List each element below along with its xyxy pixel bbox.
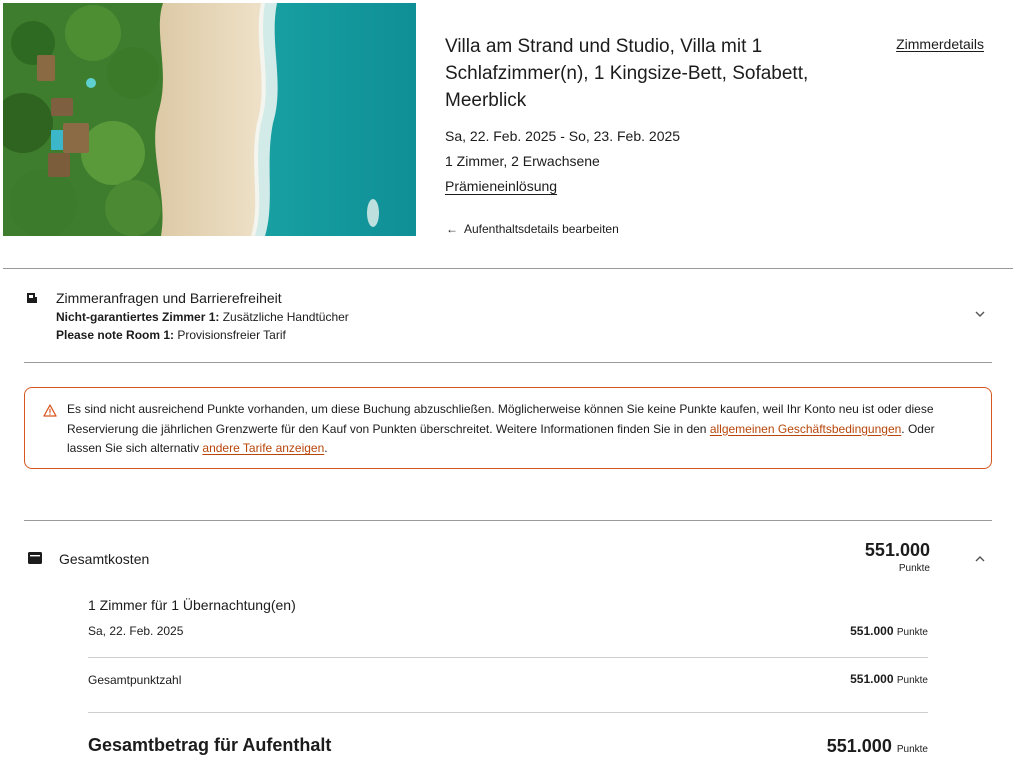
request-line-2-value: Provisionsfreier Tarif <box>174 328 286 342</box>
total-points-unit: Punkte <box>896 675 928 686</box>
request-line-2-label: Please note Room 1: <box>56 328 175 342</box>
total-points-label: Gesamtpunktzahl <box>88 673 182 687</box>
request-line-1: Nicht-garantiertes Zimmer 1: Zusätzliche… <box>56 310 349 324</box>
grand-total-label: Gesamtbetrag für Aufenthalt <box>88 735 332 755</box>
cost-divider <box>88 712 928 713</box>
total-points-number: 551.000 <box>850 672 894 686</box>
total-cost-amount: 551.000 <box>864 540 930 560</box>
wallet-icon <box>28 552 42 564</box>
night-price-value: 551.000 <box>850 624 894 638</box>
cost-divider <box>88 657 928 658</box>
edit-stay-label: Aufenthaltsdetails bearbeiten <box>464 222 619 236</box>
other-rates-link[interactable]: andere Tarife anzeigen <box>202 441 324 455</box>
terms-link[interactable]: allgemeinen Geschäftsbedingungen <box>710 422 901 436</box>
arrow-left-icon: ← <box>446 222 458 236</box>
chevron-up-icon[interactable] <box>974 553 986 565</box>
guest-summary: 1 Zimmer, 2 Erwachsene <box>445 153 600 169</box>
room-requests-title: Zimmeranfragen und Barrierefreiheit <box>56 290 282 306</box>
rate-type-link[interactable]: Prämieneinlösung <box>445 178 557 194</box>
night-date: Sa, 22. Feb. 2025 <box>88 624 184 638</box>
total-points-value: 551.000 Punkte <box>850 672 928 686</box>
section-divider <box>3 268 1013 269</box>
room-details-link[interactable]: Zimmerdetails <box>896 36 984 52</box>
night-price-unit: Punkte <box>896 627 928 638</box>
stay-dates: Sa, 22. Feb. 2025 - So, 23. Feb. 2025 <box>445 128 681 144</box>
request-line-1-value: Zusätzliche Handtücher <box>219 310 349 324</box>
insufficient-points-alert: Es sind nicht ausreichend Punkte vorhand… <box>24 387 992 469</box>
request-line-2: Please note Room 1: Provisionsfreier Tar… <box>56 328 286 342</box>
section-divider <box>24 362 992 363</box>
chevron-down-icon[interactable] <box>974 308 986 320</box>
nights-summary-title: 1 Zimmer für 1 Übernachtung(en) <box>88 597 296 613</box>
grand-total-unit: Punkte <box>896 744 928 755</box>
total-cost-label: Gesamtkosten <box>59 551 150 567</box>
total-cost-unit: Punkte <box>898 563 930 574</box>
request-line-1-label: Nicht-garantiertes Zimmer 1: <box>56 310 220 324</box>
warning-icon <box>43 404 57 417</box>
alert-text-3: . <box>324 441 328 455</box>
section-divider <box>24 520 992 521</box>
room-title: Villa am Strand und Studio, Villa mit 1 … <box>445 36 809 111</box>
alert-message: Es sind nicht ausreichend Punkte vorhand… <box>67 400 967 459</box>
edit-stay-link[interactable]: ← Aufenthaltsdetails bearbeiten <box>446 222 619 236</box>
grand-total-value: 551.000 Punkte <box>827 736 928 757</box>
grand-total-number: 551.000 <box>826 736 892 756</box>
accessibility-room-icon <box>27 293 37 303</box>
room-photo <box>3 3 416 236</box>
night-price: 551.000 Punkte <box>850 624 928 638</box>
beach-villa-aerial-image <box>3 3 416 236</box>
